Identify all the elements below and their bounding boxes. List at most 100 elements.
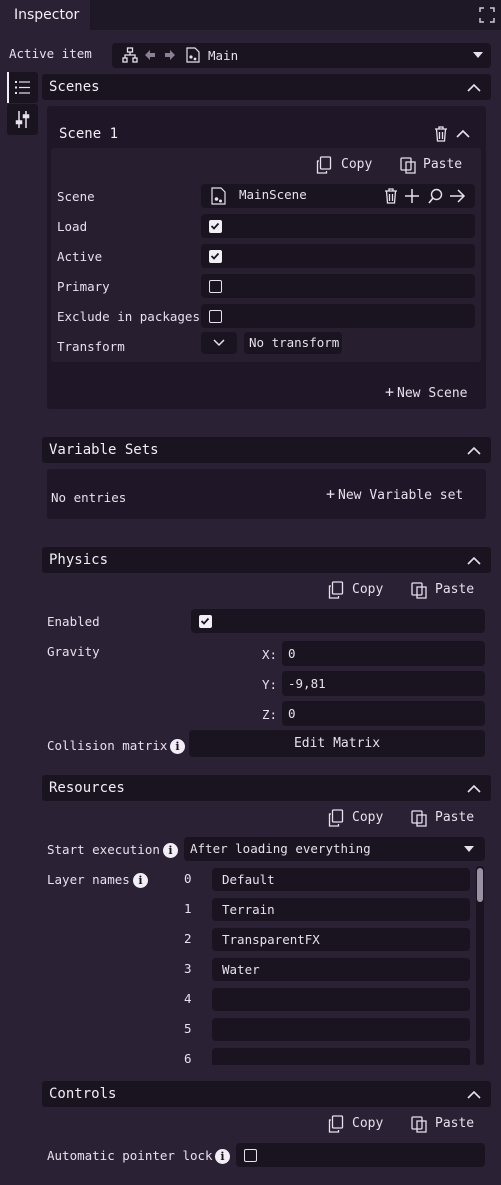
layer-input[interactable]: TransparentFX <box>212 928 470 951</box>
layer-input[interactable]: Default <box>212 868 470 891</box>
variable-sets-header[interactable]: Variable Sets <box>42 437 491 463</box>
chevron-down-icon <box>473 52 483 58</box>
enabled-row <box>191 609 485 633</box>
scene-asset-value: MainScene <box>239 187 307 202</box>
active-label: Active <box>57 249 103 264</box>
copy-label: Copy <box>352 1116 384 1131</box>
layer-input[interactable] <box>212 1018 470 1041</box>
paste-icon <box>411 582 427 599</box>
active-checkbox[interactable] <box>209 250 222 263</box>
layer-name: TransparentFX <box>222 932 320 947</box>
info-icon[interactable]: i <box>133 873 148 888</box>
layer-input[interactable]: Terrain <box>212 898 470 921</box>
chevron-down-icon <box>464 846 474 852</box>
active-row <box>201 244 475 268</box>
scene-file-icon <box>211 187 226 205</box>
start-execution-label: Start execution <box>47 842 160 857</box>
controls-header[interactable]: Controls <box>42 1081 491 1107</box>
new-scene-label: New Scene <box>397 386 468 401</box>
gravity-label: Gravity <box>47 644 100 659</box>
pointer-lock-checkbox[interactable] <box>244 1149 257 1162</box>
layer-index: 2 <box>184 931 192 946</box>
new-scene-button[interactable]: + New Scene <box>385 383 467 401</box>
gravity-x-label: X: <box>262 647 278 662</box>
gravity-z-value: 0 <box>288 706 296 721</box>
layer-index: 6 <box>184 1051 192 1065</box>
paste-label: Paste <box>423 157 463 172</box>
paste-label: Paste <box>435 810 475 825</box>
controls-title: Controls <box>49 1086 117 1102</box>
info-icon[interactable]: i <box>163 843 178 858</box>
scenes-header[interactable]: Scenes <box>42 74 491 100</box>
copy-icon <box>328 1115 344 1133</box>
chevron-up-icon[interactable] <box>467 1088 481 1102</box>
layer-names-list[interactable]: 0 Default 1 Terrain 2 TransparentFX 3 Wa… <box>180 866 486 1065</box>
checkmark-icon <box>210 252 220 260</box>
arrow-right-icon[interactable] <box>450 189 466 203</box>
arrow-left-icon[interactable] <box>144 49 156 61</box>
sidebar-settings-button[interactable] <box>7 104 38 135</box>
plus-icon: + <box>385 383 395 401</box>
info-icon[interactable]: i <box>170 739 185 754</box>
transform-label: Transform <box>57 339 125 354</box>
copy-icon <box>316 156 332 174</box>
layer-name: Water <box>222 962 260 977</box>
new-variable-set-button[interactable]: + New Variable set <box>326 485 463 503</box>
info-icon[interactable]: i <box>215 1149 230 1164</box>
primary-checkbox[interactable] <box>209 280 222 293</box>
gravity-y-input[interactable]: -9,81 <box>282 671 485 696</box>
chevron-up-icon[interactable] <box>456 127 470 141</box>
physics-header[interactable]: Physics <box>42 547 491 573</box>
load-checkbox[interactable] <box>209 220 222 233</box>
scrollbar-thumb[interactable] <box>477 868 483 902</box>
gravity-x-value: 0 <box>288 646 296 661</box>
layer-list-scrollbar[interactable] <box>476 866 484 1065</box>
chevron-up-icon[interactable] <box>467 444 481 458</box>
transform-value-field[interactable]: No transform <box>244 332 342 354</box>
enabled-checkbox[interactable] <box>199 615 212 628</box>
scene-asset-field[interactable]: MainScene <box>201 184 475 208</box>
gravity-x-input[interactable]: 0 <box>282 641 485 666</box>
chevron-up-icon[interactable] <box>467 81 481 95</box>
chevron-up-icon[interactable] <box>467 554 481 568</box>
sidebar-active-indicator <box>7 72 9 103</box>
copy-icon <box>328 809 344 827</box>
primary-row <box>201 274 475 298</box>
start-execution-dropdown[interactable]: After loading everything <box>184 837 485 861</box>
resources-header[interactable]: Resources <box>42 775 491 801</box>
tab-inspector[interactable]: Inspector <box>0 0 90 30</box>
layer-input[interactable] <box>212 988 470 1011</box>
pointer-lock-label: Automatic pointer lock <box>47 1148 213 1163</box>
gravity-z-input[interactable]: 0 <box>282 701 485 726</box>
search-icon[interactable] <box>428 188 443 204</box>
exclude-checkbox[interactable] <box>209 310 222 323</box>
maximize-icon[interactable] <box>478 6 496 24</box>
hierarchy-icon[interactable] <box>122 47 138 63</box>
edit-matrix-button[interactable]: Edit Matrix <box>189 730 485 757</box>
gravity-z-label: Z: <box>262 707 278 722</box>
layer-input[interactable] <box>212 1048 470 1065</box>
sidebar-properties-button[interactable] <box>7 72 38 103</box>
pointer-lock-row <box>236 1143 485 1167</box>
plus-icon[interactable] <box>405 189 419 203</box>
arrow-right-icon[interactable] <box>164 49 176 61</box>
layer-name: Default <box>222 872 275 887</box>
active-item-label: Active item <box>9 46 92 61</box>
trash-icon[interactable] <box>384 188 398 204</box>
trash-icon[interactable] <box>434 126 448 142</box>
transform-expand-button[interactable] <box>201 332 237 354</box>
chevron-up-icon[interactable] <box>467 782 481 796</box>
active-item-dropdown[interactable]: Main <box>112 43 491 68</box>
paste-label: Paste <box>435 1116 475 1131</box>
checkmark-icon <box>210 222 220 230</box>
checkmark-icon <box>200 617 210 625</box>
layer-index: 1 <box>184 901 192 916</box>
paste-icon <box>400 157 416 174</box>
exclude-label: Exclude in packages <box>57 309 200 324</box>
chevron-down-icon <box>213 339 225 347</box>
active-item-value: Main <box>208 48 239 63</box>
paste-label: Paste <box>435 582 475 597</box>
gravity-y-value: -9,81 <box>288 676 326 691</box>
layer-index: 0 <box>184 871 192 886</box>
layer-input[interactable]: Water <box>212 958 470 981</box>
